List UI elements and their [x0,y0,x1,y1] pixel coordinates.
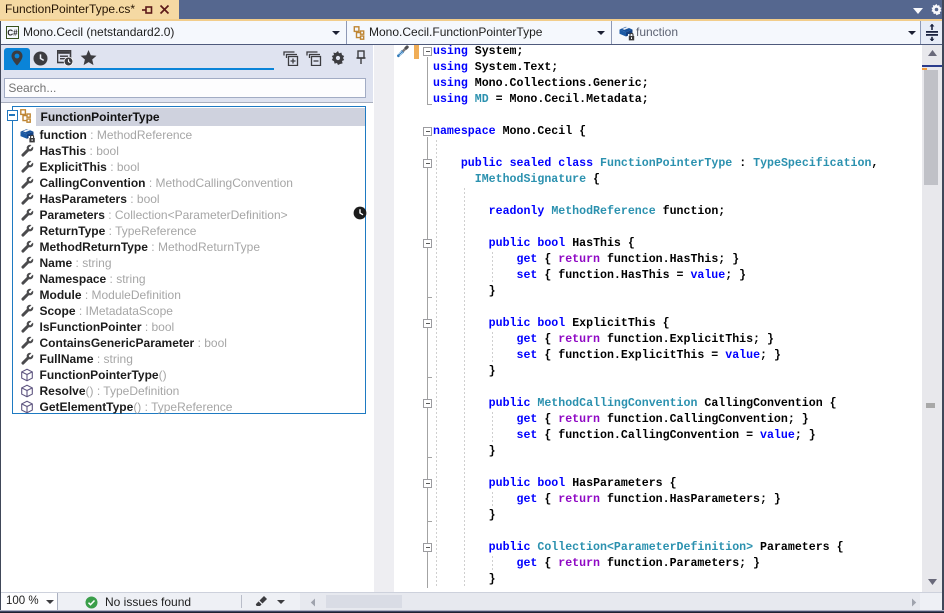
svg-text:C#: C# [7,29,18,38]
